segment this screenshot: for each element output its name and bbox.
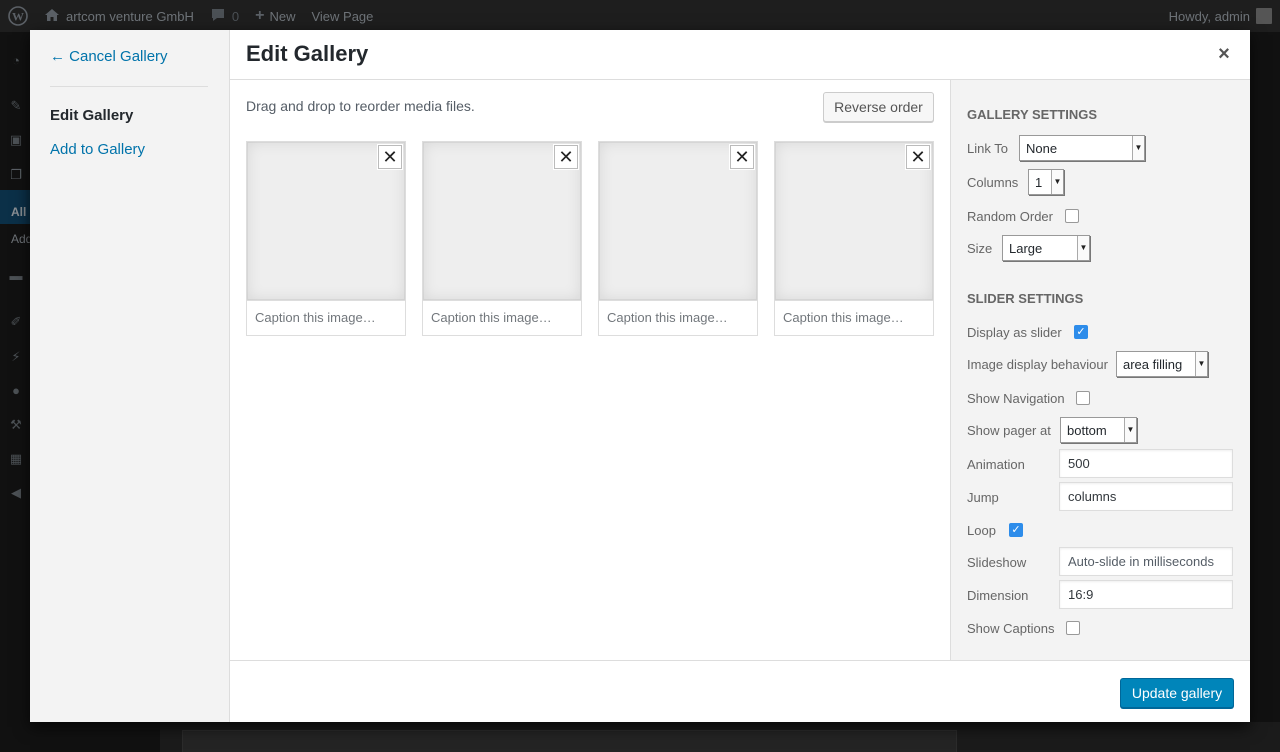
modal-toolbar: Update gallery: [230, 660, 1250, 722]
dashboard-icon[interactable]: ◔: [9, 54, 23, 68]
new-label: New: [269, 8, 296, 24]
settings-sidebar: Gallery Settings Link To None ▼ Columns …: [950, 80, 1250, 660]
view-page-label: View Page: [311, 8, 374, 24]
site-name: artcom venture GmbH: [66, 8, 194, 24]
tools-icon[interactable]: ⚒: [9, 418, 23, 432]
svg-text:W: W: [12, 10, 24, 24]
close-icon[interactable]: ×: [1214, 44, 1234, 64]
pin-icon[interactable]: ✎: [9, 99, 23, 113]
modal-title: Edit Gallery: [246, 41, 369, 66]
caption-input[interactable]: Caption this image…: [246, 301, 406, 336]
plugins-icon[interactable]: ⚡: [9, 350, 23, 364]
account-menu[interactable]: Howdy, admin: [1169, 0, 1272, 32]
background-editor-box: [182, 730, 957, 752]
remove-icon[interactable]: ✕: [378, 145, 402, 169]
cancel-gallery-link[interactable]: ← Cancel Gallery: [50, 48, 168, 65]
wordpress-logo-icon[interactable]: W: [0, 0, 36, 32]
animation-label: Animation: [967, 457, 1025, 472]
collapse-icon[interactable]: ◀: [9, 486, 23, 500]
show-captions-checkbox[interactable]: [1066, 621, 1080, 635]
remove-icon[interactable]: ✕: [554, 145, 578, 169]
caption-input[interactable]: Caption this image…: [422, 301, 582, 336]
comment-icon: [210, 8, 226, 25]
display-as-slider-label: Display as slider: [967, 325, 1062, 340]
image-display-select[interactable]: area filling ▼: [1116, 351, 1208, 377]
link-to-value: None: [1026, 141, 1058, 156]
show-pager-select[interactable]: bottom ▼: [1060, 417, 1137, 443]
comments-menu-icon[interactable]: ▬: [9, 269, 23, 283]
instructions-text: Drag and drop to reorder media files.: [246, 98, 475, 114]
jump-input[interactable]: columns: [1059, 482, 1233, 511]
admin-menu: ◔ ✎ ▣ ❐ All Add ▬ ✐ ⚡ ● ⚒ ▦ ◀: [0, 32, 32, 752]
update-gallery-button[interactable]: Update gallery: [1120, 678, 1234, 708]
link-to-select[interactable]: None ▼: [1019, 135, 1145, 161]
plus-icon: +: [255, 7, 265, 24]
view-page-link[interactable]: View Page: [303, 0, 381, 32]
gallery-content: Drag and drop to reorder media files. Re…: [230, 80, 950, 660]
remove-icon[interactable]: ✕: [730, 145, 754, 169]
comments-link[interactable]: 0: [202, 0, 247, 32]
site-name-link[interactable]: artcom venture GmbH: [36, 0, 202, 32]
columns-label: Columns: [967, 175, 1019, 190]
media-modal: ← Cancel Gallery Edit Gallery Add to Gal…: [30, 30, 1250, 722]
show-pager-value: bottom: [1067, 423, 1107, 438]
caption-input[interactable]: Caption this image…: [598, 301, 758, 336]
chevron-down-icon: ▼: [1132, 136, 1144, 160]
slideshow-input[interactable]: Auto-slide in milliseconds: [1059, 547, 1233, 576]
random-order-checkbox[interactable]: [1065, 209, 1079, 223]
pages-icon: ❐: [10, 167, 22, 182]
show-navigation-checkbox[interactable]: [1076, 391, 1090, 405]
chevron-down-icon: ▼: [1077, 236, 1089, 260]
attachment-item[interactable]: ✕ Caption this image…: [598, 141, 758, 336]
media-menu: ← Cancel Gallery Edit Gallery Add to Gal…: [30, 30, 230, 722]
appearance-icon[interactable]: ✐: [9, 315, 23, 329]
show-pager-label: Show pager at: [967, 423, 1051, 438]
chevron-down-icon: ▼: [1195, 352, 1207, 376]
gallery-settings-heading: Gallery Settings: [967, 107, 1098, 122]
show-captions-label: Show Captions: [967, 621, 1055, 636]
jump-label: Jump: [967, 490, 999, 505]
loop-label: Loop: [967, 523, 996, 538]
new-content-link[interactable]: + New: [247, 0, 303, 32]
settings-icon[interactable]: ▦: [9, 452, 23, 466]
users-icon[interactable]: ●: [9, 384, 23, 398]
slider-settings-heading: Slider Settings: [967, 291, 1084, 306]
dimension-label: Dimension: [967, 588, 1029, 603]
admin-bar: W artcom venture GmbH 0 + New View Page …: [0, 0, 1280, 32]
attachment-item[interactable]: ✕ Caption this image…: [422, 141, 582, 336]
greeting: Howdy, admin: [1168, 8, 1250, 24]
modal-title-bar: Edit Gallery: [230, 30, 1250, 80]
size-select[interactable]: Large ▼: [1002, 235, 1090, 261]
size-label: Size: [967, 241, 993, 256]
dimension-input[interactable]: 16:9: [1059, 580, 1233, 609]
menu-item-add-to-gallery[interactable]: Add to Gallery: [50, 141, 145, 158]
comments-count: 0: [231, 8, 240, 24]
display-as-slider-checkbox[interactable]: ✓: [1074, 325, 1088, 339]
show-navigation-label: Show Navigation: [967, 391, 1065, 406]
link-to-label: Link To: [967, 141, 1008, 156]
random-order-label: Random Order: [967, 209, 1053, 224]
columns-select[interactable]: 1 ▼: [1028, 169, 1064, 195]
home-icon: [44, 8, 60, 25]
image-display-value: area filling: [1123, 357, 1183, 372]
media-icon[interactable]: ▣: [9, 133, 23, 147]
chevron-down-icon: ▼: [1124, 418, 1136, 442]
attachment-item[interactable]: ✕ Caption this image…: [774, 141, 934, 336]
loop-checkbox[interactable]: ✓: [1009, 523, 1023, 537]
reverse-order-button[interactable]: Reverse order: [823, 92, 934, 122]
menu-separator: [50, 86, 208, 87]
columns-value: 1: [1035, 175, 1043, 190]
size-value: Large: [1009, 241, 1043, 256]
animation-input[interactable]: 500: [1059, 449, 1233, 478]
caption-input[interactable]: Caption this image…: [774, 301, 934, 336]
chevron-down-icon: ▼: [1051, 170, 1063, 194]
menu-item-edit-gallery[interactable]: Edit Gallery: [50, 107, 133, 124]
image-display-label: Image display behaviour: [967, 357, 1108, 372]
avatar: [1256, 8, 1272, 24]
attachment-item[interactable]: ✕ Caption this image…: [246, 141, 406, 336]
all-pages-link[interactable]: All: [11, 205, 26, 219]
slideshow-label: Slideshow: [967, 555, 1027, 570]
background-editor: [160, 722, 1280, 752]
remove-icon[interactable]: ✕: [906, 145, 930, 169]
